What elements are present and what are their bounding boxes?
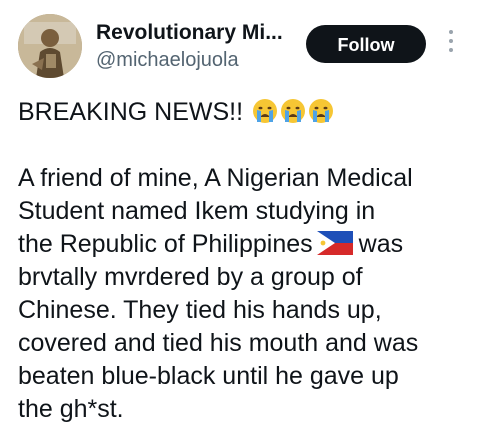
crying-face-icon [281,99,305,123]
crying-face-icon [253,99,277,123]
avatar[interactable] [18,14,82,78]
user-handle[interactable]: @michaelojuola [96,48,296,72]
tweet-line: A friend of mine, A Nigerian Medical [18,164,413,192]
philippines-flag-icon [316,231,353,255]
tweet-line: Chinese. They tied his hands up, [18,296,382,324]
display-name[interactable]: Revolutionary Mi... [96,20,296,46]
tweet-line: brvtally mvrdered by a group of [18,263,363,291]
tweet-line: covered and tied his mouth and was [18,329,419,357]
tweet-line-with-flag: the Republic of Philippines was [18,228,474,261]
tweet-header: Revolutionary Mi... @michaelojuola Follo… [0,0,480,90]
user-info: Revolutionary Mi... @michaelojuola [96,20,296,72]
tweet-line-part: the Republic of Philippines [18,230,313,258]
more-options-icon[interactable] [445,30,457,60]
tweet-line-part: was [358,230,404,258]
tweet-headline: BREAKING NEWS!! [18,98,244,126]
tweet-headline-line: BREAKING NEWS!! [18,96,474,129]
follow-button[interactable]: Follow [306,25,426,63]
tweet-text: BREAKING NEWS!! A friend of mine, A Nige… [18,96,474,426]
tweet-line: beaten blue-black until he gave up [18,362,399,390]
profile-photo-icon [18,14,82,78]
crying-face-icon [309,99,333,123]
tweet-line: Student named Ikem studying in [18,197,376,225]
tweet-line: the gh*st. [18,395,124,423]
